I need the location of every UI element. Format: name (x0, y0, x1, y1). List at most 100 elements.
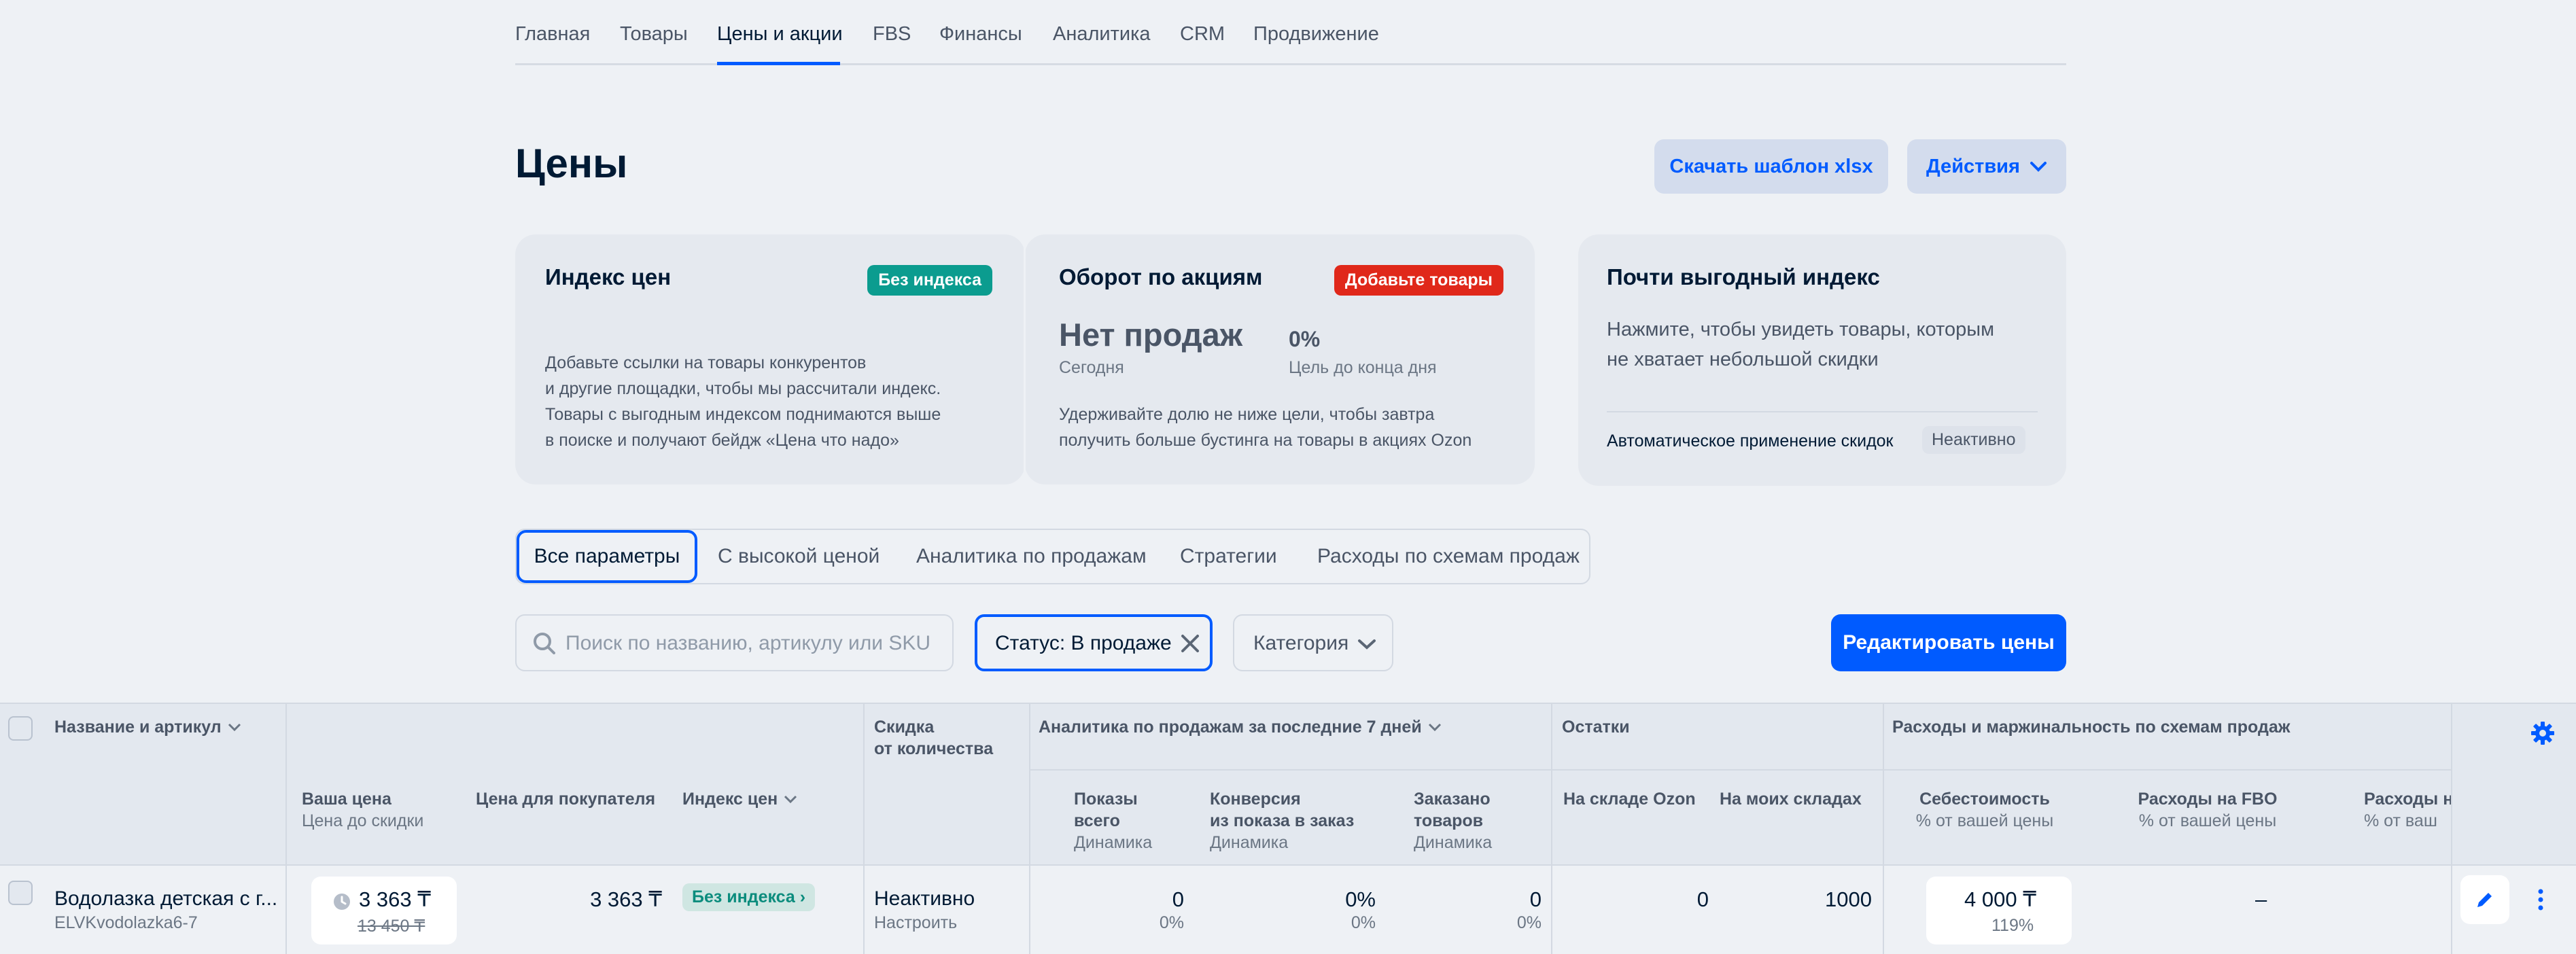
almost-index-text: Нажмите, чтобы увидеть товары, которым н… (1607, 315, 1994, 374)
segment-high-price[interactable]: С высокой ценой (718, 530, 880, 583)
old-price-value: 13 450 ₸ (358, 917, 425, 936)
divider (1883, 867, 1884, 954)
qty-discount-configure-link[interactable]: Настроить (874, 913, 957, 933)
almost-index-text-line: Нажмите, чтобы увидеть товары, которым (1607, 319, 1995, 340)
cost-percent: 119% (1991, 916, 2034, 935)
nav-tab-fbs[interactable]: FBS (873, 23, 911, 46)
chevron-down-icon (2030, 162, 2047, 172)
actions-button[interactable]: Действия (1907, 139, 2066, 194)
chevron-down-icon (1358, 639, 1376, 650)
cost-cell[interactable]: 4 000 ₸ 119% (1926, 877, 2072, 944)
chevron-right-icon: › (799, 887, 806, 906)
promo-turnover-card[interactable]: Оборот по акциям Добавьте товары Нет про… (1025, 234, 1535, 484)
divider (2451, 867, 2452, 954)
col-ozon-stock: На складе Ozon (1563, 790, 1696, 809)
goal-value: 0% (1289, 327, 1321, 351)
nav-tab-crm[interactable]: CRM (1180, 23, 1225, 46)
col-price-index-label: Индекс цен (682, 790, 778, 809)
col-fbo-label: Расходы на FBO (2138, 790, 2278, 809)
product-sku: ELVKvodolazka6-7 (54, 913, 198, 932)
price-index-text-line: и другие площадки, чтобы мы рассчитали и… (545, 379, 941, 398)
nav-tab-finance[interactable]: Финансы (939, 23, 1022, 46)
price-index-badge[interactable]: Без индекса › (682, 883, 816, 911)
price-index-text-line: Добавьте ссылки на товары конкурентов (545, 353, 867, 372)
price-index-card[interactable]: Индекс цен Без индекса Добавьте ссылки н… (515, 234, 1025, 484)
auto-discount-label: Автоматическое применение скидок (1607, 431, 1894, 450)
select-all-checkbox[interactable] (8, 716, 33, 741)
view-segments: Все параметры С высокой ценой Аналитика … (515, 529, 1590, 584)
segment-expenses[interactable]: Расходы по схемам продаж (1317, 530, 1580, 583)
price-index-title: Индекс цен (545, 264, 672, 289)
more-vertical-icon[interactable] (2534, 886, 2547, 913)
col-qty-discount-line: Скидка (874, 718, 935, 737)
col-qty-discount-line: от количества (874, 739, 994, 758)
edit-prices-label: Редактировать цены (1843, 631, 2055, 654)
col-cost-sub: % от вашей цены (1915, 811, 2054, 830)
almost-index-title: Почти выгодный индекс (1607, 264, 1880, 289)
actions-label: Действия (1926, 155, 2020, 177)
no-index-badge: Без индекса (867, 265, 992, 296)
col-ordered-line: товаров (1414, 811, 1484, 830)
views-dynamics: 0% (1159, 913, 1184, 932)
divider (285, 867, 287, 954)
row-checkbox[interactable] (8, 881, 33, 905)
add-products-badge[interactable]: Добавьте товары (1334, 265, 1503, 296)
col-name[interactable]: Название и артикул (54, 716, 243, 738)
top-navigation: Главная Товары Цены и акции FBS Финансы … (515, 0, 2066, 65)
search-placeholder: Поиск по названию, артикулу или SKU (565, 632, 931, 654)
download-template-button[interactable]: Скачать шаблон xlsx (1654, 139, 1888, 194)
gear-icon[interactable] (2530, 720, 2556, 746)
col-conversion-line: из показа в заказ (1210, 811, 1355, 830)
col-ordered: Заказано товаров Динамика (1414, 788, 1542, 853)
status-filter-chip[interactable]: Статус: В продаже (975, 614, 1213, 671)
product-name[interactable]: Водолазка детская с г... (54, 887, 277, 911)
col-views-line: всего (1074, 811, 1120, 830)
promo-turnover-text: Удерживайте долю не ниже цели, чтобы зав… (1059, 402, 1472, 453)
your-price-cell[interactable]: 3 363 ₸ 13 450 ₸ (311, 877, 457, 944)
nav-tab-promotion[interactable]: Продвижение (1253, 23, 1379, 46)
fbo-value: – (2255, 887, 2267, 911)
col-group-expenses: Расходы и маржинальность по схемам прода… (1892, 718, 2291, 737)
segment-sales-analytics[interactable]: Аналитика по продажам (916, 530, 1147, 583)
chevron-down-icon (1428, 723, 1441, 732)
promo-text-line: получить больше бустинга на товары в акц… (1059, 431, 1472, 450)
category-filter[interactable]: Категория (1233, 614, 1393, 671)
category-label: Категория (1253, 632, 1349, 654)
nav-tab-prices[interactable]: Цены и акции (717, 23, 843, 46)
divider (2451, 704, 2452, 867)
price-index-badge-label: Без индекса (692, 887, 795, 906)
views-value: 0 (1172, 887, 1184, 911)
nav-tab-main[interactable]: Главная (515, 23, 590, 46)
status-filter-label: Статус: В продаже (995, 632, 1172, 654)
cost-value: 4 000 ₸ (1964, 887, 2036, 911)
edit-prices-button[interactable]: Редактировать цены (1831, 614, 2066, 671)
close-icon[interactable] (1179, 632, 1202, 655)
col-group-analytics[interactable]: Аналитика по продажам за последние 7 дне… (1039, 716, 1443, 738)
col-conversion-line: Конверсия (1210, 790, 1301, 809)
col-price-index[interactable]: Индекс цен (682, 788, 799, 810)
nav-tab-analytics[interactable]: Аналитика (1053, 23, 1151, 46)
divider (1029, 769, 2452, 771)
table-row[interactable]: Водолазка детская с г... ELVKvodolazka6-… (0, 867, 2576, 954)
col-group-analytics-label: Аналитика по продажам за последние 7 дне… (1039, 718, 1422, 737)
conversion-value: 0% (1345, 887, 1376, 911)
edit-row-button[interactable] (2460, 875, 2509, 924)
active-tab-underline (717, 62, 840, 65)
conversion-dynamics: 0% (1351, 913, 1376, 932)
col-ordered-sub: Динамика (1414, 833, 1493, 852)
promo-turnover-title: Оборот по акциям (1059, 264, 1263, 289)
segment-strategies[interactable]: Стратегии (1180, 530, 1277, 583)
nav-tab-products[interactable]: Товары (620, 23, 688, 46)
page-title: Цены (515, 141, 628, 186)
card-divider (1024, 239, 1026, 480)
search-input[interactable]: Поиск по названию, артикулу или SKU (515, 614, 954, 671)
col-your-price-sub: Цена до скидки (302, 811, 424, 830)
almost-index-card[interactable]: Почти выгодный индекс Нажмите, чтобы уви… (1578, 234, 2066, 486)
col-conversion: Конверсия из показа в заказ Динамика (1210, 788, 1376, 853)
col-conversion-sub: Динамика (1210, 833, 1289, 852)
col-fbo-sub: % от вашей цены (2138, 811, 2277, 830)
col-fbs-sub: % от ваш (2364, 811, 2437, 830)
no-sales-value: Нет продаж (1059, 317, 1243, 353)
buyer-price-value: 3 363 ₸ (590, 887, 662, 911)
segment-all-params[interactable]: Все параметры (517, 530, 697, 583)
